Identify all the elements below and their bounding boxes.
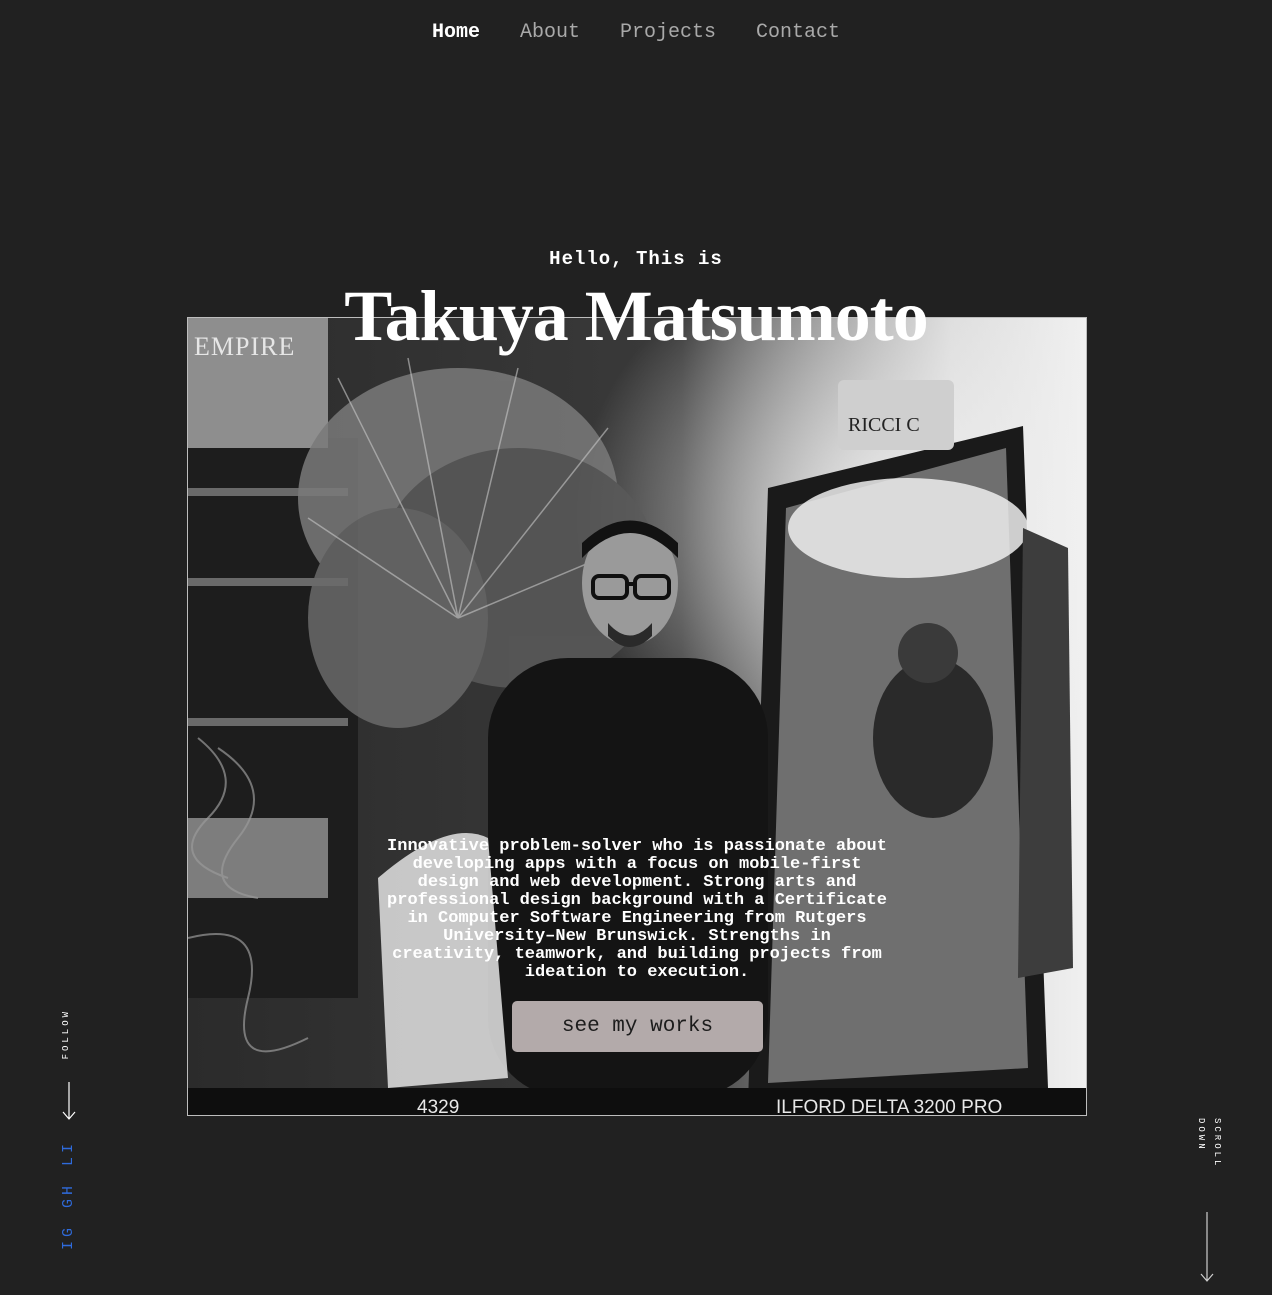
- portrait-photo-illustration: [188, 318, 1086, 1115]
- main-nav: Home About Projects Contact: [0, 20, 1272, 46]
- hero-photo: 4329 ILFORD DELTA 3200 PRO EMPIRE RICCI …: [187, 317, 1087, 1116]
- see-my-works-button[interactable]: see my works: [512, 1001, 763, 1052]
- nav-projects[interactable]: Projects: [620, 20, 716, 46]
- linkedin-link[interactable]: LI: [60, 1140, 77, 1166]
- instagram-link[interactable]: IG: [60, 1224, 77, 1250]
- nav-contact[interactable]: Contact: [756, 20, 840, 46]
- follow-arrow-icon: [62, 1082, 76, 1120]
- social-links: IG GH LI: [60, 1140, 77, 1250]
- hero-name: Takuya Matsumoto: [344, 276, 928, 356]
- scroll-label-line1: SCROLL: [1212, 1118, 1222, 1169]
- follow-label: FOLLOW: [61, 1009, 71, 1060]
- scroll-label-line2: DOWN: [1196, 1118, 1206, 1152]
- github-link[interactable]: GH: [60, 1182, 77, 1208]
- nav-about[interactable]: About: [520, 20, 580, 46]
- scroll-down-label: SCROLL DOWN: [1193, 1118, 1225, 1168]
- hero-greeting: Hello, This is: [549, 248, 723, 270]
- scroll-down-arrow-icon[interactable]: [1199, 1212, 1215, 1284]
- hero-bio: Innovative problem-solver who is passion…: [387, 837, 887, 982]
- nav-home[interactable]: Home: [432, 20, 480, 46]
- film-brand-label: ILFORD DELTA 3200 PRO: [776, 1097, 1003, 1116]
- license-plate-text: RICCI C: [848, 414, 920, 436]
- film-frame-number: 4329: [417, 1097, 460, 1116]
